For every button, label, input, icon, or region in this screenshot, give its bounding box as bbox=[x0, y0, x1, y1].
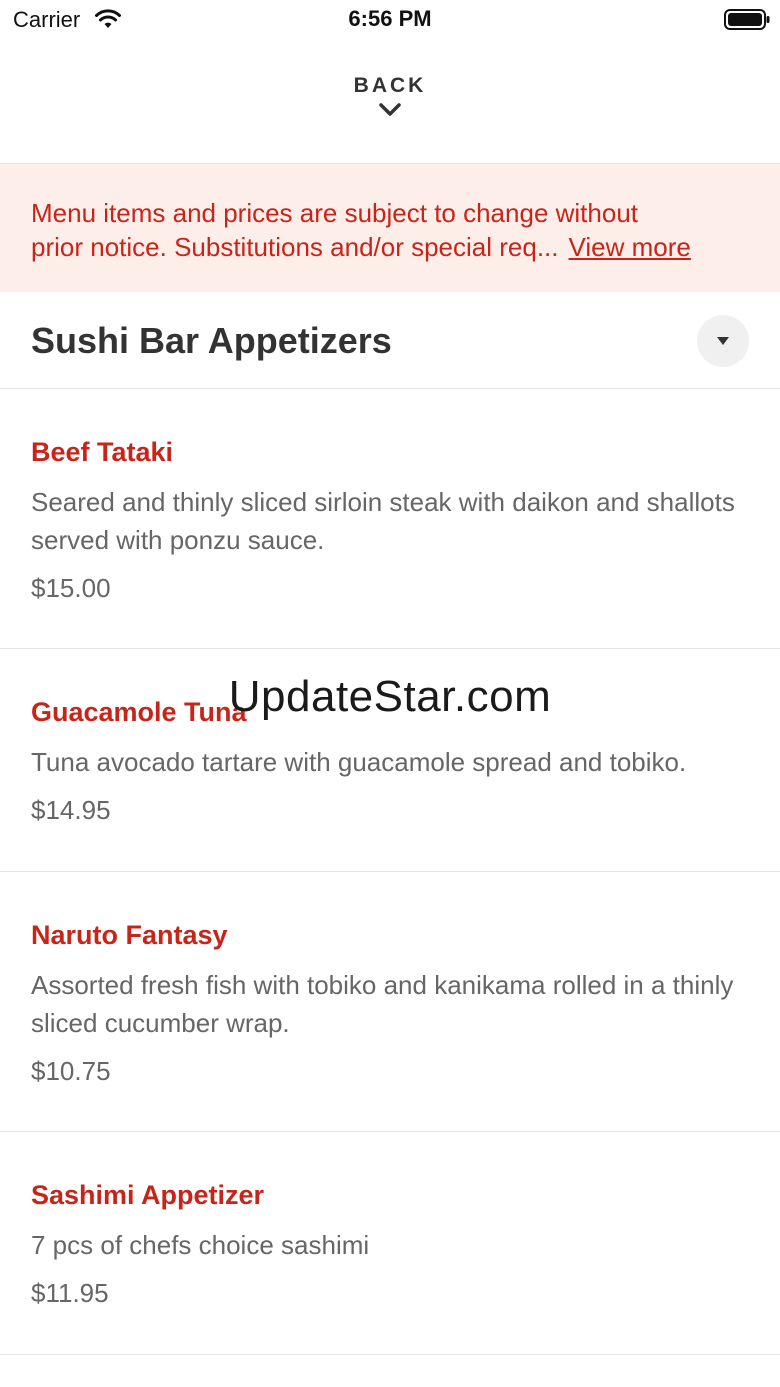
battery-icon bbox=[724, 9, 770, 36]
section-toggle-button[interactable] bbox=[697, 315, 749, 367]
item-description: Assorted fresh fish with tobiko and kani… bbox=[31, 970, 734, 1038]
item-name: Sashimi Appetizer bbox=[31, 1180, 265, 1210]
menu-item[interactable]: Beef Tataki Seared and thinly sliced sir… bbox=[0, 389, 780, 649]
notice-banner: Menu items and prices are subject to cha… bbox=[0, 164, 780, 292]
notice-text-line2: prior notice. Substitutions and/or speci… bbox=[31, 232, 559, 262]
item-price: $10.75 bbox=[31, 1056, 111, 1086]
caret-down-icon bbox=[717, 337, 729, 345]
item-price: $14.95 bbox=[31, 795, 111, 825]
notice-text-line1: Menu items and prices are subject to cha… bbox=[31, 198, 639, 228]
item-name: Beef Tataki bbox=[31, 437, 174, 467]
status-bar: Carrier 6:56 PM bbox=[0, 0, 780, 40]
back-label: BACK bbox=[353, 74, 427, 97]
item-name: Naruto Fantasy bbox=[31, 920, 228, 950]
item-divider bbox=[0, 1354, 780, 1355]
menu-item[interactable]: Sashimi Appetizer 7 pcs of chefs choice … bbox=[0, 1132, 780, 1354]
item-description: 7 pcs of chefs choice sashimi bbox=[31, 1230, 370, 1260]
watermark: UpdateStar.com bbox=[228, 672, 552, 721]
menu-item[interactable]: Naruto Fantasy Assorted fresh fish with … bbox=[0, 872, 780, 1132]
item-description: Seared and thinly sliced sirloin steak w… bbox=[31, 487, 735, 555]
view-more-link[interactable]: View more bbox=[569, 232, 691, 262]
clock: 6:56 PM bbox=[348, 6, 432, 31]
back-button[interactable]: BACK bbox=[0, 74, 780, 118]
section-title: Sushi Bar Appetizers bbox=[31, 320, 392, 361]
item-description: Tuna avocado tartare with guacamole spre… bbox=[31, 747, 687, 777]
chevron-down-icon bbox=[379, 103, 401, 116]
item-price: $15.00 bbox=[31, 573, 111, 603]
item-price: $11.95 bbox=[31, 1278, 109, 1308]
